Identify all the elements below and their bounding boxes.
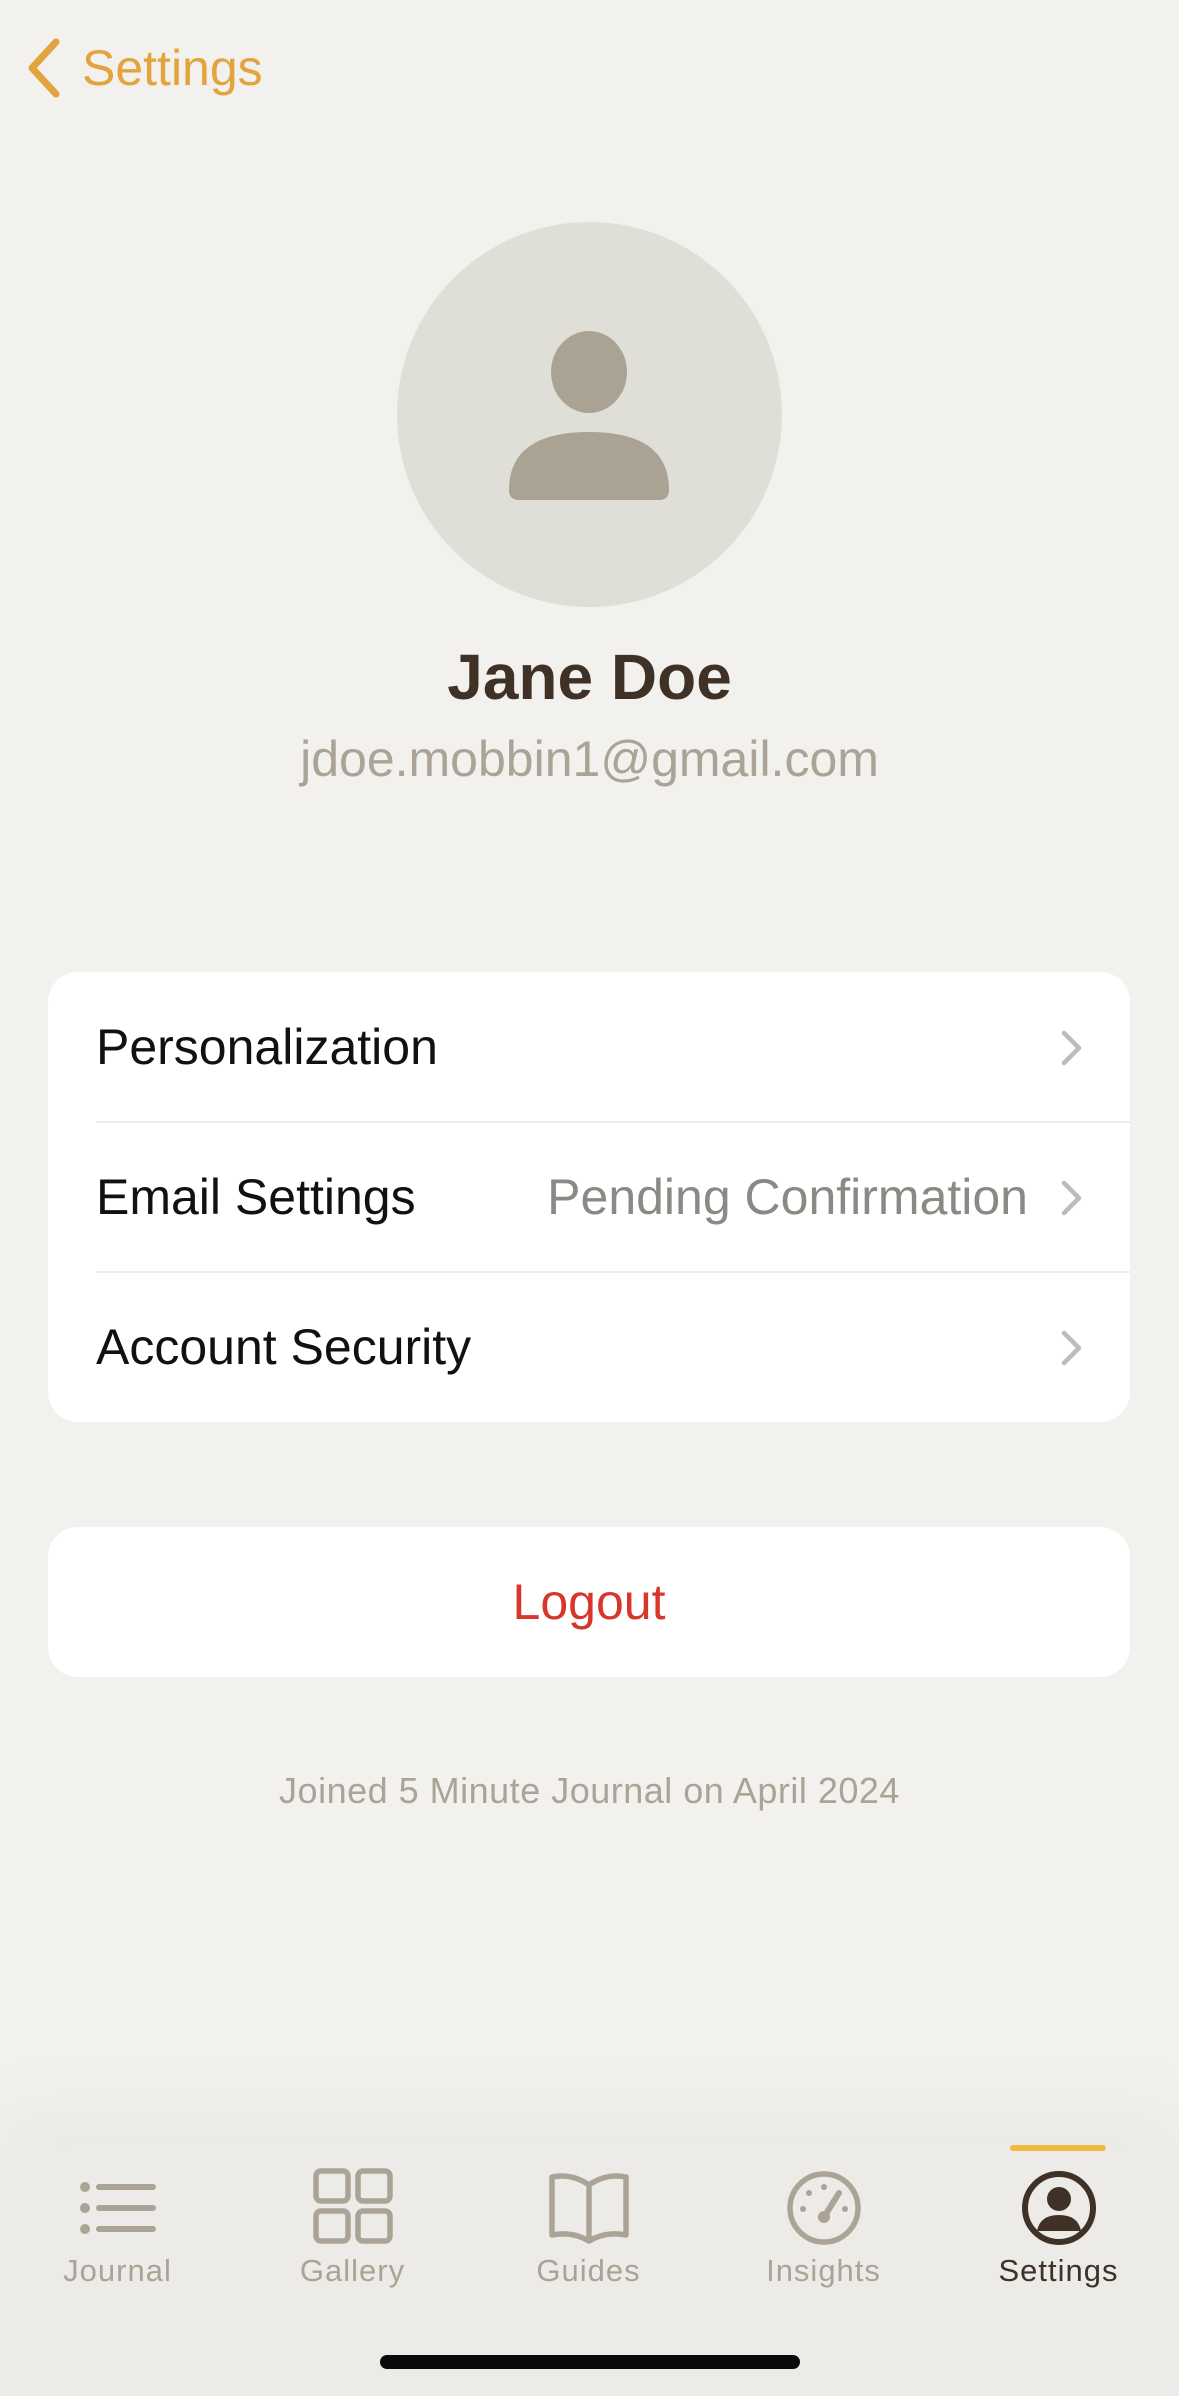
tab-guides[interactable]: Guides bbox=[471, 2145, 706, 2315]
avatar[interactable] bbox=[397, 222, 782, 607]
list-icon bbox=[75, 2165, 161, 2251]
grid-icon bbox=[310, 2165, 396, 2251]
joined-date-text: Joined 5 Minute Journal on April 2024 bbox=[279, 1770, 900, 1811]
email-settings-row[interactable]: Email Settings Pending Confirmation bbox=[48, 1122, 1130, 1272]
tab-label: Guides bbox=[536, 2253, 641, 2288]
tab-gallery[interactable]: Gallery bbox=[235, 2145, 470, 2315]
chevron-right-icon bbox=[1060, 1029, 1084, 1072]
row-label: Account Security bbox=[96, 1319, 472, 1375]
account-security-row[interactable]: Account Security bbox=[48, 1272, 1130, 1422]
tab-insights[interactable]: Insights bbox=[706, 2145, 941, 2315]
tab-journal[interactable]: Journal bbox=[0, 2145, 235, 2315]
tab-label: Journal bbox=[63, 2253, 172, 2288]
back-button-label: Settings bbox=[82, 40, 263, 96]
back-button[interactable]: Settings bbox=[24, 28, 263, 108]
tab-settings[interactable]: Settings bbox=[941, 2145, 1176, 2315]
chevron-right-icon bbox=[1060, 1179, 1084, 1222]
email-status-value: Pending Confirmation bbox=[547, 1169, 1028, 1225]
home-indicator bbox=[380, 2355, 800, 2369]
personalization-row[interactable]: Personalization bbox=[48, 972, 1130, 1122]
row-label: Email Settings bbox=[96, 1169, 416, 1225]
row-label: Personalization bbox=[96, 1019, 438, 1075]
tab-label: Insights bbox=[766, 2253, 881, 2288]
tab-label: Settings bbox=[998, 2253, 1119, 2288]
profile-email: jdoe.mobbin1@gmail.com bbox=[300, 731, 879, 787]
logout-button[interactable]: Logout bbox=[48, 1527, 1130, 1677]
chevron-left-icon bbox=[24, 36, 64, 100]
tab-label: Gallery bbox=[299, 2253, 406, 2288]
account-circle-icon bbox=[1016, 2165, 1102, 2251]
chevron-right-icon bbox=[1060, 1329, 1084, 1372]
book-icon bbox=[546, 2165, 632, 2251]
tab-bar: Journal Gallery Guides Insights Settings bbox=[0, 2145, 1179, 2396]
settings-list: Personalization Email Settings Pending C… bbox=[48, 972, 1130, 1422]
person-icon bbox=[509, 331, 669, 500]
gauge-icon bbox=[781, 2165, 867, 2251]
profile-name: Jane Doe bbox=[447, 641, 732, 713]
